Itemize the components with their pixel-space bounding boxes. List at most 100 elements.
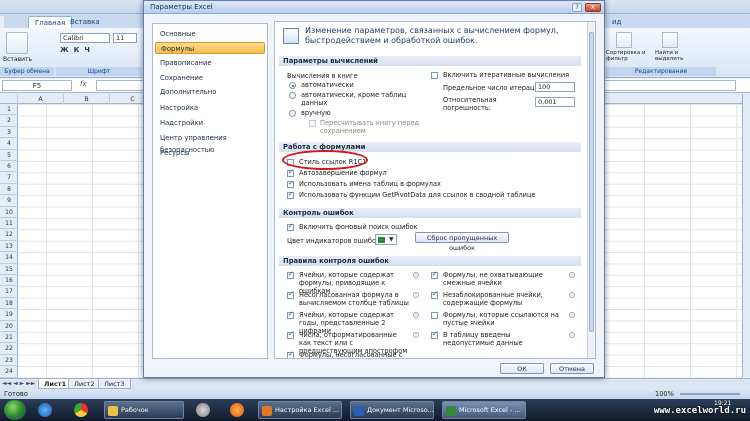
rule-checkbox[interactable] [287,310,294,319]
row-header[interactable]: 1 [0,104,18,116]
row-header[interactable]: 7 [0,172,18,184]
table-names-checkbox[interactable] [287,179,294,188]
row-header[interactable]: 5 [0,150,18,161]
row-header[interactable]: 22 [0,343,18,355]
taskbar-item-folder[interactable]: Рабочок [104,401,184,419]
rule-checkbox[interactable] [431,312,438,319]
office-button-edge[interactable] [0,16,4,28]
recalc-before-save-checkbox[interactable] [309,120,316,127]
font-name-box[interactable]: Calibri [60,33,110,43]
info-icon[interactable]: i [413,292,419,298]
font-size-box[interactable]: 11 [113,33,137,43]
row-header[interactable]: 24 [0,366,18,378]
rule-checkbox[interactable] [287,290,294,299]
row-header[interactable]: 23 [0,355,18,367]
background-errors-checkbox[interactable] [287,222,294,231]
info-icon[interactable]: i [569,332,575,338]
nav-item-addins[interactable]: Надстройки [155,117,265,129]
sheet-tab[interactable]: Лист2 [68,379,101,389]
autocomplete-checkbox[interactable] [287,168,294,177]
precision-input[interactable]: 0,001 [535,97,575,107]
sheet-tab[interactable]: Лист1 [38,379,73,389]
nav-item-save[interactable]: Сохранение [155,72,265,84]
row-header[interactable]: 3 [0,127,18,139]
content-scrollbar[interactable] [587,22,595,358]
tab-view-fragment[interactable]: ид [606,16,627,28]
rule-checkbox[interactable] [287,270,294,279]
max-iterations-input[interactable]: 100 [535,82,575,92]
column-header[interactable]: B [64,94,110,104]
nav-item-proofing[interactable]: Правописание [155,57,265,69]
row-header[interactable]: 17 [0,286,18,298]
cancel-button[interactable]: Отмена [550,363,594,374]
row-header[interactable]: 15 [0,264,18,275]
ie-icon[interactable] [38,403,52,417]
row-header[interactable]: 6 [0,161,18,173]
nav-item-advanced[interactable]: Дополнительно [155,86,265,98]
fx-icon[interactable]: fx [80,80,94,91]
info-icon[interactable]: i [413,332,419,338]
row-header[interactable]: 9 [0,195,18,207]
rule-checkbox[interactable] [287,350,294,358]
nav-item-resources[interactable]: Ресурсы [155,147,265,159]
help-icon[interactable]: ? [572,3,582,12]
row-header[interactable]: 21 [0,332,18,344]
paste-icon[interactable] [6,32,28,54]
calc-auto-except-radio[interactable] [289,92,296,99]
row-header[interactable]: 4 [0,138,18,150]
row-header[interactable]: 11 [0,218,18,230]
select-all-corner[interactable] [0,94,18,104]
tab-insert[interactable]: Вставка [64,16,106,28]
rule-checkbox[interactable] [431,330,438,339]
settings-app-icon[interactable] [196,403,210,417]
nav-item-formulas[interactable]: Формулы [155,42,265,54]
row-header[interactable]: 2 [0,115,18,127]
scrollbar-thumb[interactable] [589,32,594,332]
content-header-text: Изменение параметров, связанных с вычисл… [305,26,559,45]
taskbar-item-browser[interactable]: Настройка Excel ... [258,401,342,419]
row-header[interactable]: 13 [0,241,18,253]
row-header[interactable]: 20 [0,321,18,332]
sheet-nav-arrows-icon[interactable]: ◄◄ ◄ ► ►► [2,380,35,387]
row-header[interactable]: 19 [0,309,18,321]
nav-item-general[interactable]: Основные [155,28,265,40]
rule-checkbox[interactable] [431,270,438,279]
column-header[interactable]: A [18,94,64,104]
row-header[interactable]: 16 [0,275,18,287]
firefox-icon[interactable] [230,403,244,417]
ok-button[interactable]: ОК [500,363,544,374]
zoom-slider[interactable] [680,393,740,395]
font-style-icons[interactable]: ЖКЧ [60,46,138,55]
rule-checkbox[interactable] [431,290,438,299]
find-select-icon[interactable] [662,32,678,48]
row-header[interactable]: 14 [0,252,18,264]
calc-manual-radio[interactable] [289,110,296,117]
taskbar-item-word[interactable]: Документ Microso... [350,401,434,419]
sort-filter-icon[interactable] [616,32,632,48]
info-icon[interactable]: i [569,292,575,298]
nav-item-trust-center[interactable]: Центр управления безопасностью [155,132,265,154]
info-icon[interactable]: i [569,312,575,318]
reset-ignored-errors-button[interactable]: Сброс пропущенных ошибок [415,232,509,252]
row-header[interactable]: 8 [0,184,18,196]
info-icon[interactable]: i [569,272,575,278]
iterative-calc-checkbox[interactable] [431,72,438,79]
row-header[interactable]: 18 [0,298,18,310]
info-icon[interactable]: i [413,272,419,278]
zoom-level[interactable]: 100% [655,390,674,398]
rule-checkbox[interactable] [287,330,294,339]
calc-auto-radio[interactable] [289,82,296,89]
excel-vertical-scrollbar[interactable] [742,94,750,378]
row-header[interactable]: 12 [0,229,18,241]
start-button[interactable] [4,400,26,420]
close-button[interactable]: x [585,3,601,12]
nav-item-customize[interactable]: Настройка [155,102,265,114]
row-header[interactable]: 10 [0,207,18,218]
indicator-color-picker[interactable]: ▼ [375,234,397,245]
chrome-icon[interactable] [74,403,88,417]
taskbar-item-excel[interactable]: Microsoft Excel - ... [442,401,526,419]
info-icon[interactable]: i [413,312,419,318]
name-box[interactable]: F5 [2,80,72,91]
sheet-tab[interactable]: Лист3 [98,379,131,389]
getpivotdata-checkbox[interactable] [287,190,294,199]
